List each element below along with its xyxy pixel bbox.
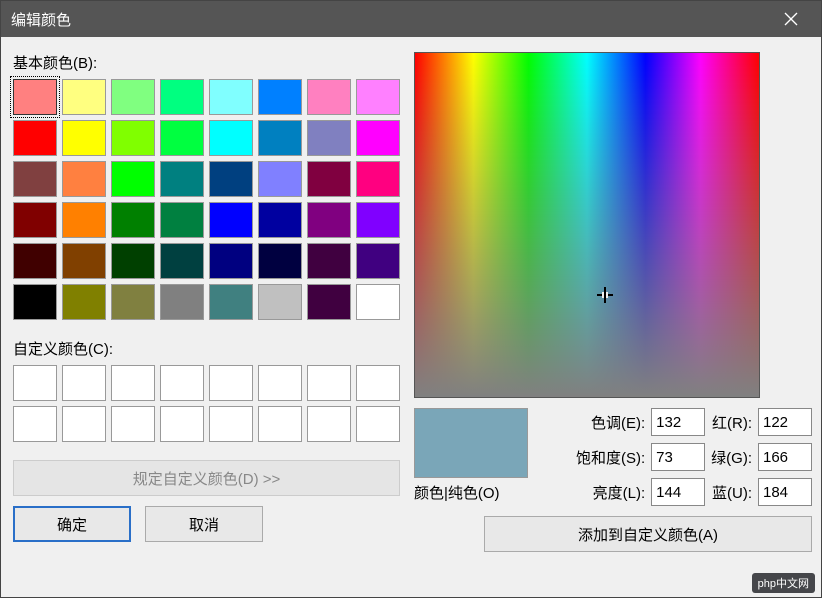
basic-color-swatch[interactable] xyxy=(209,161,253,197)
sat-label: 饱和度(S): xyxy=(576,447,645,468)
basic-color-swatch[interactable] xyxy=(111,120,155,156)
custom-color-swatch[interactable] xyxy=(209,406,253,442)
basic-color-swatch[interactable] xyxy=(356,202,400,238)
custom-color-swatch[interactable] xyxy=(111,365,155,401)
basic-color-swatch[interactable] xyxy=(209,202,253,238)
basic-color-grid xyxy=(13,79,400,320)
basic-color-swatch[interactable] xyxy=(13,243,57,279)
basic-color-swatch[interactable] xyxy=(62,120,106,156)
basic-color-swatch[interactable] xyxy=(307,79,351,115)
watermark: php中文网 xyxy=(752,573,815,593)
custom-color-swatch[interactable] xyxy=(307,365,351,401)
lum-input[interactable] xyxy=(651,478,705,506)
basic-color-swatch[interactable] xyxy=(307,284,351,320)
custom-color-swatch[interactable] xyxy=(258,365,302,401)
basic-color-swatch[interactable] xyxy=(307,202,351,238)
custom-color-swatch[interactable] xyxy=(356,365,400,401)
cancel-button[interactable]: 取消 xyxy=(145,506,263,542)
color-preview xyxy=(414,408,528,478)
basic-color-swatch[interactable] xyxy=(13,202,57,238)
custom-color-swatch[interactable] xyxy=(307,406,351,442)
basic-color-swatch[interactable] xyxy=(356,79,400,115)
color-field[interactable] xyxy=(414,52,760,398)
basic-color-swatch[interactable] xyxy=(209,120,253,156)
basic-color-swatch[interactable] xyxy=(258,284,302,320)
basic-color-swatch[interactable] xyxy=(111,161,155,197)
basic-color-swatch[interactable] xyxy=(356,161,400,197)
red-input[interactable] xyxy=(758,408,812,436)
basic-color-swatch[interactable] xyxy=(62,284,106,320)
basic-color-swatch[interactable] xyxy=(160,120,204,156)
basic-color-swatch[interactable] xyxy=(160,284,204,320)
red-label: 红(R): xyxy=(711,412,752,433)
custom-color-swatch[interactable] xyxy=(62,365,106,401)
hue-label: 色调(E): xyxy=(576,412,645,433)
basic-color-swatch[interactable] xyxy=(356,243,400,279)
basic-color-swatch[interactable] xyxy=(209,284,253,320)
custom-color-swatch[interactable] xyxy=(258,406,302,442)
color-solid-label: 颜色|纯色(O) xyxy=(414,482,500,503)
basic-color-swatch[interactable] xyxy=(356,120,400,156)
close-icon xyxy=(784,12,798,26)
basic-color-swatch[interactable] xyxy=(13,79,57,115)
custom-color-swatch[interactable] xyxy=(13,406,57,442)
basic-color-swatch[interactable] xyxy=(13,284,57,320)
lum-label: 亮度(L): xyxy=(576,482,645,503)
define-custom-button[interactable]: 规定自定义颜色(D) >> xyxy=(13,460,400,496)
basic-color-swatch[interactable] xyxy=(356,284,400,320)
basic-color-swatch[interactable] xyxy=(209,243,253,279)
basic-color-swatch[interactable] xyxy=(160,79,204,115)
basic-color-swatch[interactable] xyxy=(111,202,155,238)
basic-color-swatch[interactable] xyxy=(160,161,204,197)
ok-button[interactable]: 确定 xyxy=(13,506,131,542)
custom-colors-label: 自定义颜色(C): xyxy=(13,338,400,359)
basic-color-swatch[interactable] xyxy=(258,120,302,156)
window-title: 编辑颜色 xyxy=(11,9,71,30)
basic-color-swatch[interactable] xyxy=(160,243,204,279)
custom-color-swatch[interactable] xyxy=(356,406,400,442)
basic-colors-label: 基本颜色(B): xyxy=(13,52,400,73)
basic-color-swatch[interactable] xyxy=(111,243,155,279)
basic-color-swatch[interactable] xyxy=(13,161,57,197)
basic-color-swatch[interactable] xyxy=(307,120,351,156)
custom-color-swatch[interactable] xyxy=(13,365,57,401)
custom-color-grid xyxy=(13,365,400,442)
sat-input[interactable] xyxy=(651,443,705,471)
basic-color-swatch[interactable] xyxy=(307,161,351,197)
custom-color-swatch[interactable] xyxy=(160,406,204,442)
basic-color-swatch[interactable] xyxy=(209,79,253,115)
green-label: 绿(G): xyxy=(711,447,752,468)
basic-color-swatch[interactable] xyxy=(62,161,106,197)
basic-color-swatch[interactable] xyxy=(307,243,351,279)
basic-color-swatch[interactable] xyxy=(62,79,106,115)
basic-color-swatch[interactable] xyxy=(258,243,302,279)
add-custom-button[interactable]: 添加到自定义颜色(A) xyxy=(484,516,812,552)
custom-color-swatch[interactable] xyxy=(160,365,204,401)
close-button[interactable] xyxy=(771,1,811,37)
basic-color-swatch[interactable] xyxy=(111,79,155,115)
basic-color-swatch[interactable] xyxy=(62,243,106,279)
basic-color-swatch[interactable] xyxy=(258,202,302,238)
blue-label: 蓝(U): xyxy=(711,482,752,503)
blue-input[interactable] xyxy=(758,478,812,506)
basic-color-swatch[interactable] xyxy=(62,202,106,238)
basic-color-swatch[interactable] xyxy=(258,161,302,197)
custom-color-swatch[interactable] xyxy=(62,406,106,442)
custom-color-swatch[interactable] xyxy=(209,365,253,401)
basic-color-swatch[interactable] xyxy=(111,284,155,320)
hue-input[interactable] xyxy=(651,408,705,436)
basic-color-swatch[interactable] xyxy=(258,79,302,115)
green-input[interactable] xyxy=(758,443,812,471)
custom-color-swatch[interactable] xyxy=(111,406,155,442)
basic-color-swatch[interactable] xyxy=(13,120,57,156)
basic-color-swatch[interactable] xyxy=(160,202,204,238)
